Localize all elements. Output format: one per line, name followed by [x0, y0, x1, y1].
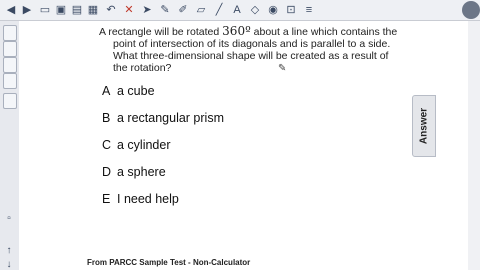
text-icon[interactable]: A [230, 3, 244, 17]
arrow-right-icon[interactable]: ▶ [20, 3, 34, 17]
addons-icon[interactable] [3, 93, 17, 109]
source-footer: From PARCC Sample Test - Non-Calculator [87, 258, 251, 267]
arrow-up-icon[interactable]: ↑ [2, 243, 16, 257]
gallery-icon[interactable] [3, 41, 17, 57]
image-icon[interactable]: ▣ [54, 3, 68, 17]
choice-e[interactable]: EI need help [102, 192, 179, 206]
screen-icon[interactable]: ▤ [70, 3, 84, 17]
page-icon[interactable]: ▭ [38, 3, 52, 17]
pen-cursor-icon: ✎ [278, 63, 287, 74]
shape-icon[interactable]: ◇ [248, 3, 262, 17]
top-toolbar: ◀ ▶ ▭ ▣ ▤ ▦ ↶ ✕ ➤ ✎ ✐ ▱ ╱ A ◇ ◉ ⊡ ≡ [0, 0, 480, 21]
settings-icon[interactable]: ≡ [302, 3, 316, 17]
choice-b[interactable]: Ba rectangular prism [102, 111, 224, 125]
collapse-handle-icon[interactable]: ▫ [2, 211, 16, 225]
question-line-1: A rectangle will be rotated 360º about a… [99, 24, 398, 38]
pen-icon[interactable]: ✎ [158, 3, 172, 17]
page-sorter-icon[interactable] [3, 25, 17, 41]
choice-a[interactable]: Aa cube [102, 84, 155, 98]
answer-tab[interactable]: Answer [412, 95, 436, 157]
profile-icon[interactable] [462, 1, 480, 19]
attachments-icon[interactable] [3, 57, 17, 73]
cursor-icon[interactable]: ➤ [140, 3, 154, 17]
answer-tab-label: Answer [418, 107, 430, 145]
arrow-down-icon[interactable]: ↓ [2, 257, 16, 271]
table-icon[interactable]: ▦ [86, 3, 100, 17]
question-line-4: the rotation? [113, 62, 172, 74]
fill-icon[interactable]: ◉ [266, 3, 280, 17]
line-icon[interactable]: ╱ [212, 3, 226, 17]
question-text: A rectangle will be rotated 360º about a… [99, 25, 404, 74]
choice-d[interactable]: Da sphere [102, 165, 166, 179]
right-scroll-strip[interactable] [467, 21, 480, 270]
highlighter-icon[interactable]: ✐ [176, 3, 190, 17]
arrow-left-icon[interactable]: ◀ [4, 3, 18, 17]
question-line-2: point of intersection of its diagonals a… [113, 38, 391, 50]
left-sidebar: ▫ ↑ ↓ [0, 21, 20, 270]
close-icon[interactable]: ✕ [122, 3, 136, 17]
capture-icon[interactable]: ⊡ [284, 3, 298, 17]
properties-icon[interactable] [3, 73, 17, 89]
angle-value: 360º [222, 24, 251, 38]
question-line-3: What three-dimensional shape will be cre… [113, 50, 389, 62]
undo-icon[interactable]: ↶ [104, 3, 118, 17]
choice-c[interactable]: Ca cylinder [102, 138, 171, 152]
eraser-icon[interactable]: ▱ [194, 3, 208, 17]
